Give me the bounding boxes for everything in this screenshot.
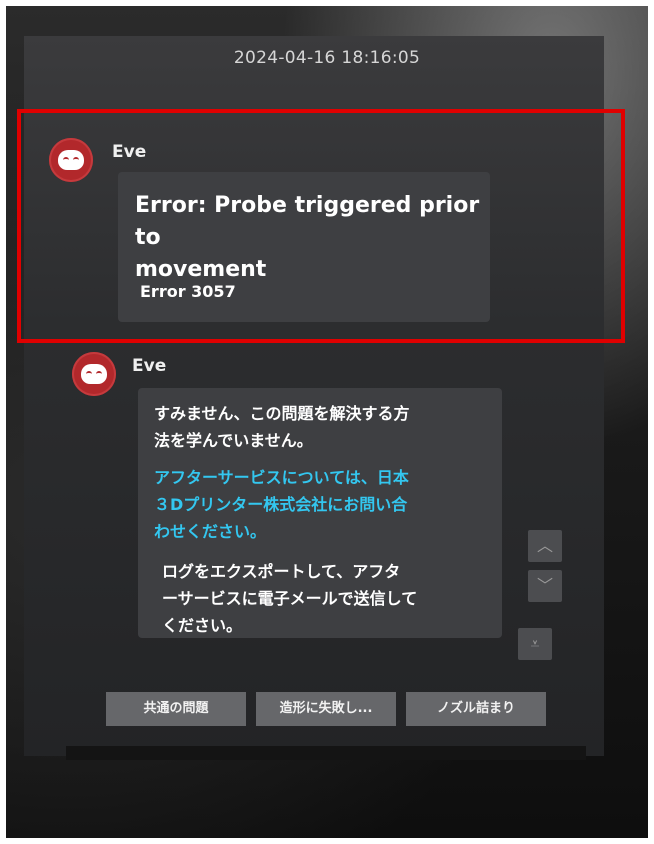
quick-reply-common-issues[interactable]: 共通の問題 (106, 692, 246, 726)
sender-name: Eve (132, 356, 167, 376)
export-log-text: ログをエクスポートして、アフタ ーサービスに電子メールで送信して ください。 (162, 562, 418, 635)
highlight-box (17, 109, 625, 343)
apology-text: すみません、この問題を解決する方 法を学んでいません。 (154, 404, 410, 450)
scroll-down-button[interactable]: ﹀ (528, 570, 562, 602)
support-link-text[interactable]: アフターサービスについては、日本 ３Dプリンター株式会社にお問い合 わせください… (154, 464, 409, 545)
robot-face-icon (72, 352, 116, 396)
scroll-to-bottom-button[interactable]: ⩡ (518, 628, 552, 660)
quick-reply-print-failed[interactable]: 造形に失敗し... (256, 692, 396, 726)
scroll-up-button[interactable]: ︿ (528, 530, 562, 562)
message-timestamp: 2024-04-16 18:16:05 (233, 48, 421, 68)
help-bubble: すみません、この問題を解決する方 法を学んでいません。 アフターサービスについて… (138, 388, 502, 638)
quick-reply-nozzle-clog[interactable]: ノズル詰まり (406, 692, 546, 726)
screen-bezel (66, 746, 586, 760)
